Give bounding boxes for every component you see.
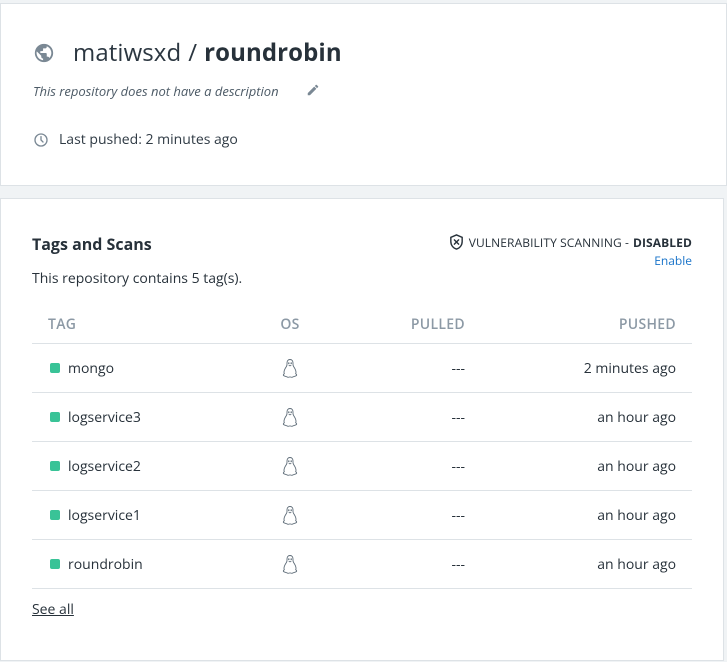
tag-cell: logservice1 <box>32 506 250 525</box>
pushed-cell: an hour ago <box>597 407 676 427</box>
table-header: TAG OS PULLED PUSHED <box>32 305 692 344</box>
pencil-icon[interactable] <box>306 83 320 97</box>
tag-status-dot <box>50 461 60 471</box>
table-row: logservice3 --- an hour ago <box>32 393 692 442</box>
tags-table: TAG OS PULLED PUSHED mongo --- 2 minutes… <box>32 305 692 589</box>
column-tag[interactable]: TAG <box>32 315 250 334</box>
table-row: mongo --- 2 minutes ago <box>32 344 692 393</box>
repo-name: roundrobin <box>204 36 342 69</box>
tag-name[interactable]: logservice1 <box>68 506 141 525</box>
linux-icon <box>282 506 298 525</box>
repo-description: This repository does not have a descript… <box>33 82 320 100</box>
repo-title: matiwsxd / roundrobin <box>33 36 342 69</box>
pushed-cell: an hour ago <box>597 554 676 574</box>
os-cell <box>250 554 330 574</box>
tag-name[interactable]: logservice2 <box>68 457 141 476</box>
os-cell <box>250 358 330 378</box>
pulled-cell: --- <box>451 407 465 427</box>
linux-icon <box>282 408 298 427</box>
tag-name[interactable]: mongo <box>68 359 114 378</box>
clock-icon <box>34 132 48 147</box>
tag-cell: roundrobin <box>32 555 250 574</box>
os-cell <box>250 505 330 525</box>
last-pushed-text: Last pushed: 2 minutes ago <box>59 130 238 149</box>
linux-icon <box>282 359 298 378</box>
tag-status-dot <box>50 559 60 569</box>
pulled-cell: --- <box>451 358 465 378</box>
last-pushed: Last pushed: 2 minutes ago <box>33 130 238 149</box>
linux-icon <box>282 555 298 574</box>
repo-namespace[interactable]: matiwsxd <box>73 36 181 69</box>
tag-cell: logservice3 <box>32 408 250 427</box>
linux-icon <box>282 457 298 476</box>
table-row: logservice1 --- an hour ago <box>32 491 692 540</box>
repo-separator: / <box>188 36 198 69</box>
scan-status: DISABLED <box>633 233 692 251</box>
section-title: Tags and Scans <box>32 233 152 255</box>
pushed-cell: 2 minutes ago <box>583 358 676 378</box>
tag-status-dot <box>50 412 60 422</box>
column-pushed[interactable]: PUSHED <box>465 315 676 334</box>
tag-cell: mongo <box>32 359 250 378</box>
enable-scanning-link[interactable]: Enable <box>654 252 692 269</box>
os-cell <box>250 456 330 476</box>
vulnerability-scanning-status: VULNERABILITY SCANNING - DISABLED <box>448 233 692 251</box>
tag-count-text: This repository contains 5 tag(s). <box>32 269 243 288</box>
tag-name[interactable]: roundrobin <box>68 555 143 574</box>
repo-description-text: This repository does not have a descript… <box>33 82 279 100</box>
scan-label: VULNERABILITY SCANNING - <box>468 233 629 251</box>
pulled-cell: --- <box>451 456 465 476</box>
shield-x-icon <box>449 234 463 250</box>
pushed-cell: an hour ago <box>597 456 676 476</box>
pushed-cell: an hour ago <box>597 505 676 525</box>
tag-name[interactable]: logservice3 <box>68 408 141 427</box>
tag-status-dot <box>50 510 60 520</box>
see-all-link[interactable]: See all <box>32 600 74 619</box>
tag-cell: logservice2 <box>32 457 250 476</box>
column-os: OS <box>280 314 300 334</box>
table-row: logservice2 --- an hour ago <box>32 442 692 491</box>
globe-icon <box>34 43 54 62</box>
pulled-cell: --- <box>451 554 465 574</box>
pulled-cell: --- <box>451 505 465 525</box>
tag-status-dot <box>50 363 60 373</box>
os-cell <box>250 407 330 427</box>
column-pulled[interactable]: PULLED <box>330 315 465 334</box>
table-row: roundrobin --- an hour ago <box>32 540 692 589</box>
